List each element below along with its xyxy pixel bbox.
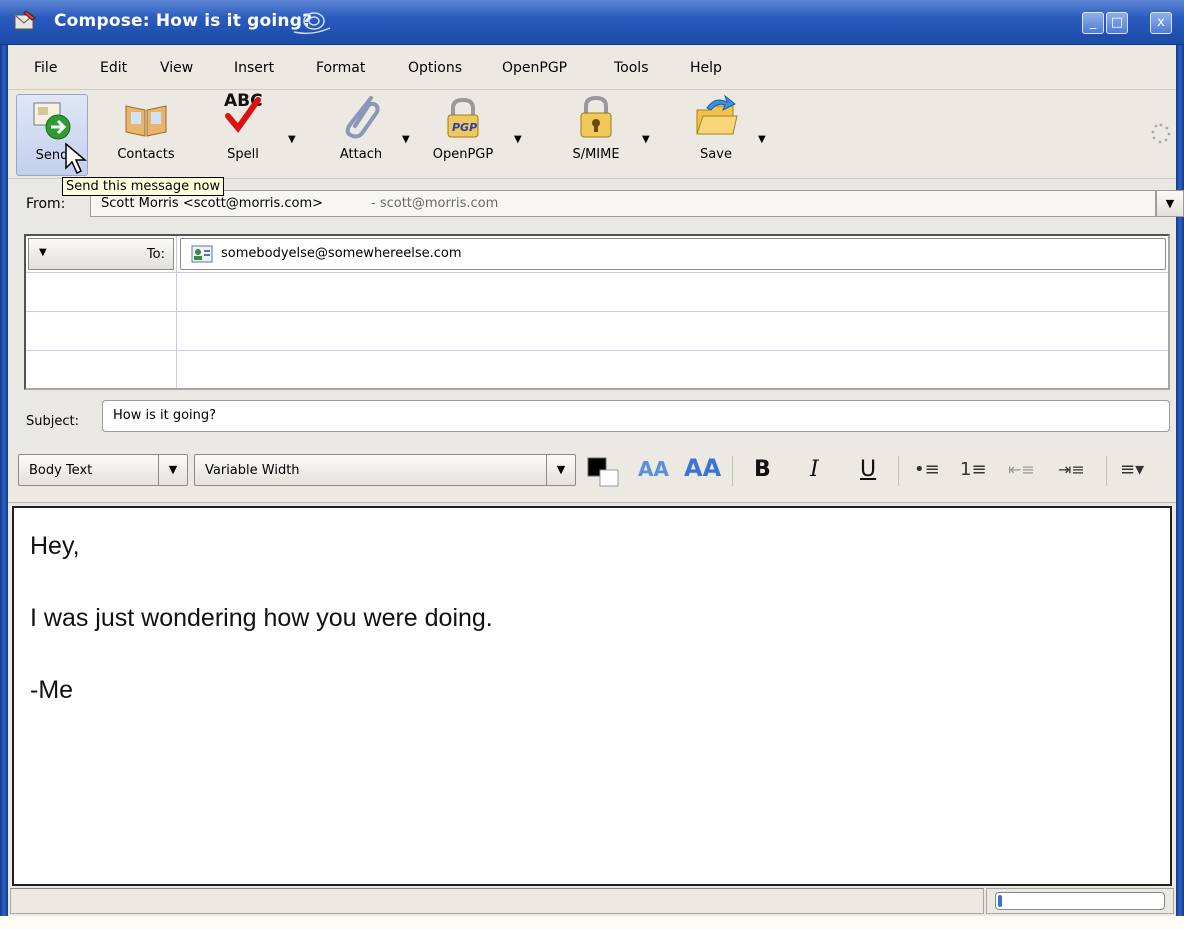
svg-text:PGP: PGP	[452, 121, 477, 134]
maximize-button[interactable]: □	[1106, 12, 1128, 34]
body-line: I was just wondering how you were doing.	[30, 604, 493, 632]
font-smaller-button[interactable]: AA	[638, 457, 669, 481]
subject-value: How is it going?	[113, 408, 217, 423]
progress-bar	[995, 892, 1165, 910]
contacts-label: Contacts	[117, 147, 175, 162]
mouse-pointer-icon	[65, 142, 88, 175]
menu-bar: File Edit View Insert Format Options Ope…	[8, 45, 1176, 90]
app-icon[interactable]	[14, 10, 36, 32]
to-address-value: somebodyelse@somewhereelse.com	[221, 246, 462, 261]
grid-row-line	[26, 272, 1168, 273]
spell-button[interactable]: ABC Spell	[208, 90, 278, 176]
main-toolbar: Send Contacts ABC Spell ▼ Attach ▼ PGP O…	[8, 90, 1176, 179]
activity-throbber-icon	[1151, 123, 1171, 144]
body-line: Hey,	[30, 532, 80, 560]
spellcheck-icon: ABC	[224, 91, 263, 133]
italic-button[interactable]: I	[810, 457, 819, 482]
font-family-value: Variable Width	[205, 463, 300, 478]
spiral-icon	[293, 12, 331, 35]
menu-tools[interactable]: Tools	[614, 60, 649, 76]
menu-view[interactable]: View	[160, 60, 193, 76]
close-button[interactable]: x	[1150, 12, 1172, 34]
from-label: From:	[26, 196, 66, 212]
minimize-button[interactable]: _	[1082, 12, 1104, 34]
save-dropdown-arrow[interactable]: ▼	[758, 134, 766, 145]
from-value: Scott Morris <scott@morris.com>	[101, 196, 324, 211]
window-frame-left	[0, 0, 8, 929]
chevron-down-icon: ▼	[39, 247, 47, 258]
subject-input[interactable]: How is it going?	[102, 400, 1170, 432]
from-account: - scott@morris.com	[371, 196, 499, 211]
recipients-grid: ▼ To: somebodyelse@somewhereelse.com	[24, 234, 1170, 390]
menu-format[interactable]: Format	[316, 60, 365, 76]
separator	[898, 456, 899, 486]
attach-label: Attach	[339, 147, 383, 162]
chevron-down-icon: ▼	[546, 455, 575, 485]
grid-row-line	[26, 350, 1168, 351]
smime-dropdown-arrow[interactable]: ▼	[642, 134, 650, 145]
window-title: Compose: How is it going?	[54, 11, 313, 31]
chevron-down-icon: ▼	[158, 455, 187, 485]
to-address-input[interactable]: somebodyelse@somewhereelse.com	[180, 238, 1166, 270]
from-dropdown-button[interactable]: ▼	[1156, 190, 1184, 217]
smime-button[interactable]: S/MIME	[556, 90, 636, 176]
menu-edit[interactable]: Edit	[100, 60, 127, 76]
font-larger-button[interactable]: AA	[684, 454, 721, 482]
save-label: Save	[700, 147, 732, 162]
message-body-editor[interactable]: Hey, I was just wondering how you were d…	[12, 506, 1172, 886]
send-icon	[33, 102, 71, 140]
paragraph-style-select[interactable]: Body Text ▼	[18, 454, 188, 486]
menu-openpgp[interactable]: OpenPGP	[502, 60, 567, 76]
compose-window: Compose: How is it going? _ □ x File Edi…	[0, 0, 1184, 929]
spell-label: Spell	[227, 147, 259, 162]
attach-button[interactable]: Attach	[326, 90, 396, 176]
openpgp-label: OpenPGP	[432, 147, 494, 162]
menu-options[interactable]: Options	[408, 60, 462, 76]
grid-divider	[176, 236, 177, 388]
openpgp-dropdown-arrow[interactable]: ▼	[514, 134, 522, 145]
contacts-button[interactable]: Contacts	[106, 90, 186, 176]
pgp-lock-icon: PGP	[447, 97, 479, 138]
recipient-type-select[interactable]: ▼ To:	[28, 238, 174, 270]
outdent-button[interactable]: ⇤≡	[1008, 460, 1035, 479]
recipient-type-label: To:	[146, 247, 165, 262]
body-line: -Me	[30, 676, 74, 704]
smime-label: S/MIME	[572, 147, 620, 162]
menu-file[interactable]: File	[34, 60, 57, 76]
from-identity-select[interactable]: Scott Morris <scott@morris.com> - scott@…	[90, 190, 1156, 217]
title-bar[interactable]: Compose: How is it going? _ □ x	[0, 0, 1184, 45]
contact-card-icon	[191, 245, 213, 263]
subject-label: Subject:	[26, 414, 79, 429]
subject-row: Subject: How is it going?	[8, 396, 1176, 440]
font-family-select[interactable]: Variable Width ▼	[194, 454, 576, 486]
numbered-list-button[interactable]: 1≡	[960, 459, 987, 480]
separator	[1106, 456, 1107, 486]
text-color-icon[interactable]	[584, 454, 622, 488]
menu-help[interactable]: Help	[690, 60, 722, 76]
alignment-button[interactable]: ≡▾	[1120, 459, 1144, 480]
format-toolbar: Body Text ▼ Variable Width ▼ AA AA B I U…	[8, 448, 1176, 503]
underline-button[interactable]: U	[860, 457, 876, 482]
paragraph-style-value: Body Text	[29, 463, 93, 478]
paperclip-icon	[345, 96, 380, 139]
grid-row-line	[26, 311, 1168, 312]
openpgp-button[interactable]: PGP OpenPGP	[418, 90, 508, 176]
address-book-icon	[125, 105, 167, 137]
folder-save-icon	[696, 94, 738, 135]
save-button[interactable]: Save	[680, 90, 752, 176]
menu-insert[interactable]: Insert	[234, 60, 274, 76]
window-frame-right	[1176, 0, 1184, 929]
status-progress-area	[986, 888, 1174, 914]
separator	[732, 456, 733, 486]
attach-dropdown-arrow[interactable]: ▼	[402, 134, 410, 145]
bold-button[interactable]: B	[754, 457, 771, 482]
send-tooltip: Send this message now	[62, 177, 225, 196]
status-text-area	[10, 888, 984, 914]
progress-fill	[998, 895, 1002, 907]
spell-dropdown-arrow[interactable]: ▼	[288, 134, 296, 145]
smime-lock-icon	[580, 95, 612, 138]
indent-button[interactable]: ⇥≡	[1058, 460, 1085, 479]
bullet-list-button[interactable]: •≡	[914, 459, 940, 480]
desktop-strip	[0, 916, 1184, 929]
